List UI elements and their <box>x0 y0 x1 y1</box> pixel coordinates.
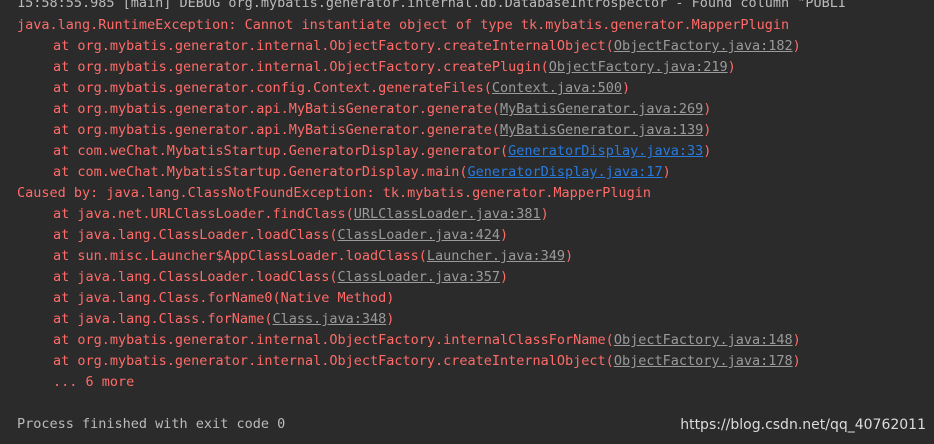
stack-frame-text: at java.lang.ClassLoader.loadClass( <box>53 269 338 285</box>
more-frames[interactable]: ... 6 more <box>0 372 134 393</box>
stack-frame-suffix: ) <box>792 332 801 348</box>
stack-frame-text: at java.net.URLClassLoader.findClass( <box>53 206 354 222</box>
stack-frame-text: at org.mybatis.generator.api.MyBatisGene… <box>53 101 501 117</box>
stack-frame: at java.lang.ClassLoader.loadClass(Class… <box>0 225 508 246</box>
stack-frame: at org.mybatis.generator.api.MyBatisGene… <box>0 120 711 141</box>
source-link[interactable]: ObjectFactory.java:148 <box>614 332 793 348</box>
more-frames-text: ... 6 more <box>53 374 135 390</box>
stack-frame: at org.mybatis.generator.internal.Object… <box>0 57 736 78</box>
source-link[interactable]: ClassLoader.java:357 <box>337 269 500 285</box>
console-output[interactable]: 15:58:55.985 [main] DEBUG org.mybatis.ge… <box>0 0 934 444</box>
stack-frame-text: at java.lang.Class.forName0(Native Metho… <box>53 290 395 306</box>
process-finished-text: Process finished with exit code 0 <box>17 416 286 432</box>
caused-by-text: Caused by: java.lang.ClassNotFoundExcept… <box>17 185 651 201</box>
stack-frame: at org.mybatis.generator.internal.Object… <box>0 351 801 372</box>
stack-frame: at java.lang.Class.forName(Class.java:34… <box>0 309 394 330</box>
stack-frame: at org.mybatis.generator.internal.Object… <box>0 36 801 57</box>
stack-frame-suffix: ) <box>703 143 712 159</box>
source-link[interactable]: Context.java:500 <box>492 80 622 96</box>
log-line-debug-text: 15:58:55.985 [main] DEBUG org.mybatis.ge… <box>17 0 847 11</box>
stack-frame: at java.net.URLClassLoader.findClass(URL… <box>0 204 549 225</box>
stack-frame-suffix: ) <box>540 206 549 222</box>
exception-text: java.lang.RuntimeException: Cannot insta… <box>17 17 790 33</box>
stack-frame-suffix: ) <box>792 353 801 369</box>
source-link[interactable]: MyBatisGenerator.java:269 <box>500 101 703 117</box>
stack-frame: at com.weChat.MybatisStartup.GeneratorDi… <box>0 162 671 183</box>
stack-frame-text: at sun.misc.Launcher$AppClassLoader.load… <box>53 248 427 264</box>
source-link[interactable]: GeneratorDisplay.java:17 <box>468 164 663 180</box>
stack-frame-suffix: ) <box>727 59 736 75</box>
exception-line: java.lang.RuntimeException: Cannot insta… <box>0 15 789 36</box>
stack-frame: at org.mybatis.generator.config.Context.… <box>0 78 630 99</box>
source-link[interactable]: ObjectFactory.java:178 <box>614 353 793 369</box>
stack-frame-text: at com.weChat.MybatisStartup.GeneratorDi… <box>53 164 468 180</box>
process-finished-line: Process finished with exit code 0 <box>0 414 285 435</box>
stack-frame: at org.mybatis.generator.internal.Object… <box>0 330 801 351</box>
stack-frame-text: at org.mybatis.generator.internal.Object… <box>53 38 614 54</box>
stack-frame-text: at org.mybatis.generator.api.MyBatisGene… <box>53 122 501 138</box>
source-link[interactable]: ObjectFactory.java:219 <box>549 59 728 75</box>
stack-frame-suffix: ) <box>500 269 509 285</box>
stack-frame: at org.mybatis.generator.api.MyBatisGene… <box>0 99 711 120</box>
log-line-debug: 15:58:55.985 [main] DEBUG org.mybatis.ge… <box>0 0 846 14</box>
stack-frame-suffix: ) <box>621 80 631 96</box>
stack-frame-suffix: ) <box>792 38 801 54</box>
source-link[interactable]: URLClassLoader.java:381 <box>354 206 541 222</box>
stack-frame-suffix: ) <box>500 227 509 243</box>
stack-frame-suffix: ) <box>703 122 712 138</box>
source-link[interactable]: ClassLoader.java:424 <box>337 227 500 243</box>
stack-frame-suffix: ) <box>703 101 712 117</box>
stack-frame-text: at org.mybatis.generator.internal.Object… <box>53 353 614 369</box>
source-link[interactable]: ObjectFactory.java:182 <box>614 38 793 54</box>
stack-frame: at sun.misc.Launcher$AppClassLoader.load… <box>0 246 573 267</box>
stack-frame-text: at org.mybatis.generator.config.Context.… <box>53 80 492 96</box>
source-link[interactable]: Launcher.java:349 <box>427 248 565 264</box>
stack-frame-text: at java.lang.Class.forName( <box>53 311 273 327</box>
stack-frame-text: at com.weChat.MybatisStartup.GeneratorDi… <box>53 143 509 159</box>
stack-frame: at java.lang.Class.forName0(Native Metho… <box>0 288 394 309</box>
stack-frame-text: at org.mybatis.generator.internal.Object… <box>53 332 614 348</box>
stack-frame: at java.lang.ClassLoader.loadClass(Class… <box>0 267 508 288</box>
source-link[interactable]: Class.java:348 <box>272 311 386 327</box>
watermark: https://blog.csdn.net/qq_40762011 <box>680 417 926 433</box>
stack-frame-suffix: ) <box>386 311 395 327</box>
stack-frame-suffix: ) <box>662 164 671 180</box>
stack-frame: at com.weChat.MybatisStartup.GeneratorDi… <box>0 141 711 162</box>
source-link[interactable]: MyBatisGenerator.java:139 <box>500 122 703 138</box>
stack-frame-text: at java.lang.ClassLoader.loadClass( <box>53 227 338 243</box>
caused-by-line: Caused by: java.lang.ClassNotFoundExcept… <box>0 183 651 204</box>
stack-frame-text: at org.mybatis.generator.internal.Object… <box>53 59 549 75</box>
stack-frame-suffix: ) <box>565 248 574 264</box>
source-link[interactable]: GeneratorDisplay.java:33 <box>508 143 703 159</box>
